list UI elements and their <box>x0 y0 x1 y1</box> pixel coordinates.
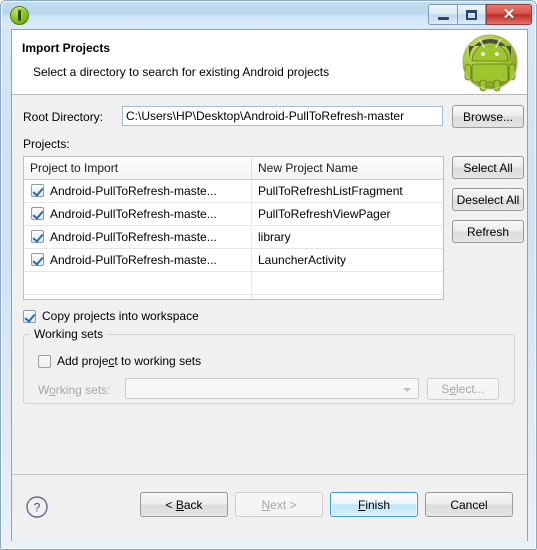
cell-new-project-name[interactable]: PullToRefreshViewPager <box>252 203 443 224</box>
row-checkbox[interactable] <box>31 253 44 266</box>
cell-project-to-import: Android-PullToRefresh-maste... <box>50 229 217 244</box>
copy-projects-checkbox[interactable]: Copy projects into workspace <box>23 309 199 323</box>
table-actions: Select All Deselect All Refresh <box>452 156 524 252</box>
table-row[interactable]: Android-PullToRefresh-maste... LauncherA… <box>24 249 443 272</box>
dialog-button-bar: ? < Back Next > Finish Cancel <box>12 474 527 541</box>
help-icon[interactable]: ? <box>25 495 49 519</box>
svg-text:?: ? <box>34 501 41 515</box>
table-row[interactable]: Android-PullToRefresh-maste... PullToRef… <box>24 180 443 203</box>
import-projects-dialog: Import Projects Select a directory to se… <box>11 29 528 541</box>
close-button[interactable]: ✕ <box>486 4 532 25</box>
copy-projects-checkbox-box[interactable] <box>23 309 36 323</box>
page-subtitle: Select a directory to search for existin… <box>33 65 330 79</box>
cell-project-to-import: Android-PullToRefresh-maste... <box>50 206 217 221</box>
table-row-empty[interactable] <box>24 295 443 299</box>
column-header-project-to-import[interactable]: Project to Import <box>24 157 252 179</box>
application-window: ✕ Import Projects Select a directory to … <box>0 0 537 550</box>
window-controls: ✕ <box>428 4 532 25</box>
maximize-button[interactable] <box>457 4 486 25</box>
table-row[interactable]: Android-PullToRefresh-maste... library <box>24 226 443 249</box>
dialog-content: Root Directory: Browse... Projects: Proj… <box>12 96 527 473</box>
cell-project-to-import: Android-PullToRefresh-maste... <box>50 183 217 198</box>
browse-button[interactable]: Browse... <box>452 105 524 128</box>
cell-new-project-name[interactable]: library <box>252 226 443 247</box>
working-sets-combo[interactable] <box>125 378 419 399</box>
cell-new-project-name <box>252 272 443 293</box>
cell-project-to-import <box>24 295 252 299</box>
android-robot-icon <box>462 34 518 92</box>
table-header-row: Project to Import New Project Name <box>24 157 443 180</box>
page-title: Import Projects <box>22 41 111 55</box>
cell-new-project-name <box>252 295 443 299</box>
add-to-working-sets-checkbox[interactable]: Add project to working sets <box>38 354 201 368</box>
next-button[interactable]: Next > <box>235 492 323 517</box>
root-directory-input[interactable] <box>122 106 443 126</box>
minimize-button[interactable] <box>428 4 457 25</box>
working-sets-group-title: Working sets <box>30 327 108 341</box>
working-sets-select-button[interactable]: Select... <box>427 378 499 400</box>
eclipse-icon <box>10 6 29 25</box>
cell-project-to-import: Android-PullToRefresh-maste... <box>50 252 217 267</box>
table-row[interactable]: Android-PullToRefresh-maste... PullToRef… <box>24 203 443 226</box>
add-to-working-sets-checkbox-box[interactable] <box>38 354 51 368</box>
row-checkbox[interactable] <box>31 230 44 243</box>
maximize-icon <box>466 9 477 20</box>
cell-new-project-name[interactable]: PullToRefreshListFragment <box>252 180 443 201</box>
cell-project-to-import <box>24 272 252 293</box>
projects-label: Projects: <box>23 137 70 151</box>
cell-new-project-name[interactable]: LauncherActivity <box>252 249 443 270</box>
cancel-button[interactable]: Cancel <box>425 492 513 517</box>
projects-table[interactable]: Project to Import New Project Name Andro… <box>23 156 444 300</box>
close-icon: ✕ <box>502 6 516 23</box>
copy-projects-label: Copy projects into workspace <box>42 309 199 323</box>
row-checkbox[interactable] <box>31 207 44 220</box>
working-sets-combo-label: Working sets: <box>38 383 111 397</box>
wizard-header: Import Projects Select a directory to se… <box>12 30 527 95</box>
title-bar[interactable]: ✕ <box>2 2 535 28</box>
minimize-icon <box>437 16 449 20</box>
chevron-down-icon <box>403 388 411 392</box>
back-button[interactable]: < Back <box>140 492 228 517</box>
add-to-working-sets-label: Add project to working sets <box>57 354 202 368</box>
table-row-empty[interactable] <box>24 272 443 295</box>
root-directory-label: Root Directory: <box>23 110 104 124</box>
refresh-button[interactable]: Refresh <box>452 220 524 243</box>
window-title <box>34 7 124 21</box>
select-all-button[interactable]: Select All <box>452 156 524 179</box>
deselect-all-button[interactable]: Deselect All <box>452 188 524 211</box>
column-header-new-project-name[interactable]: New Project Name <box>252 157 443 179</box>
finish-button[interactable]: Finish <box>330 492 418 517</box>
row-checkbox[interactable] <box>31 184 44 197</box>
